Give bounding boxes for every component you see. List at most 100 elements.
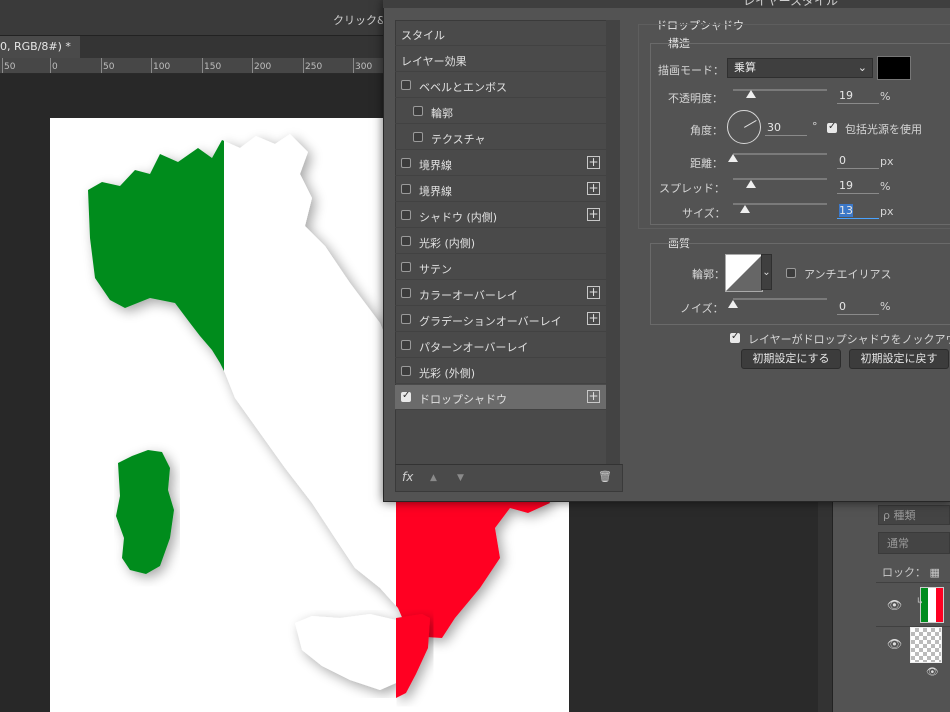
panel-scrollbar[interactable] (818, 500, 832, 712)
sicily-red (396, 614, 430, 698)
opacity-slider-thumb[interactable] (745, 90, 756, 98)
document-tab-label: 0, RGB/8#) * (0, 40, 71, 53)
move-down-icon[interactable]: ▼ (457, 473, 464, 483)
angle-dial-needle (744, 120, 757, 128)
ruler-tick-line (101, 58, 102, 73)
distance-slider[interactable] (733, 153, 827, 155)
dialog-titlebar[interactable]: レイヤースタイル (383, 0, 950, 8)
lock-transparent-icon[interactable]: ▦ (930, 566, 940, 579)
effect-checkbox[interactable] (401, 366, 411, 376)
reset-default-button[interactable]: 初期設定に戻す (849, 349, 949, 369)
angle-dial[interactable] (727, 110, 761, 144)
effect-checkbox[interactable] (401, 80, 411, 90)
effect-row[interactable]: カラーオーバーレイ + (395, 281, 606, 306)
contour-dropdown-button[interactable]: ⌄ (761, 254, 772, 290)
eye-icon[interactable]: 👁 (887, 598, 902, 612)
effect-checkbox[interactable] (401, 390, 411, 402)
ruler-tick-label: 300 (355, 62, 373, 72)
size-slider-thumb[interactable] (740, 205, 751, 213)
effect-label: ドロップシャドウ (419, 393, 507, 406)
size-input[interactable]: 13 (837, 203, 879, 219)
add-effect-plus-icon[interactable]: + (587, 156, 600, 169)
list-item-blending-options[interactable]: レイヤー効果 (395, 47, 606, 72)
distance-unit: px (880, 155, 894, 168)
effect-row[interactable]: ベベルとエンボス (395, 73, 606, 98)
effect-row[interactable]: パターンオーバーレイ (395, 333, 606, 358)
add-effect-plus-icon[interactable]: + (587, 208, 600, 221)
effect-checkbox[interactable] (401, 262, 411, 272)
effect-label: カラーオーバーレイ (419, 289, 518, 302)
trash-icon[interactable]: 🗑 (598, 470, 612, 483)
effect-row[interactable]: テクスチャ (395, 125, 606, 150)
add-effect-plus-icon[interactable]: + (587, 286, 600, 299)
contour-preview[interactable] (725, 254, 763, 292)
effect-label: グラデーションオーバーレイ (419, 315, 562, 328)
opacity-unit: % (880, 90, 891, 103)
noise-unit: % (880, 300, 891, 313)
ruler-tick-label: 250 (305, 62, 323, 72)
noise-slider-thumb[interactable] (728, 300, 738, 308)
angle-unit: ° (812, 120, 818, 133)
effect-label: パターンオーバーレイ (419, 341, 529, 354)
make-default-button[interactable]: 初期設定にする (741, 349, 841, 369)
noise-input[interactable]: 0 (837, 299, 879, 315)
angle-label: 角度： (690, 124, 723, 137)
effect-row[interactable]: 光彩 (外側) (395, 359, 606, 384)
distance-slider-thumb[interactable] (728, 154, 738, 162)
distance-input[interactable]: 0 (837, 153, 879, 169)
add-effect-plus-icon[interactable]: + (587, 182, 600, 195)
effect-checkbox[interactable] (401, 340, 411, 350)
effect-label: 境界線 (419, 185, 452, 198)
effect-row[interactable]: 光彩 (内側) (395, 229, 606, 254)
effect-row[interactable]: 境界線 + (395, 177, 606, 202)
layer-blend-mode-select[interactable]: 通常 (878, 532, 950, 554)
ruler-tick-label: 50 (103, 62, 115, 72)
effect-row[interactable]: 輪郭 (395, 99, 606, 124)
add-effect-plus-icon[interactable]: + (587, 312, 600, 325)
eye-icon[interactable]: 👁 (926, 667, 939, 678)
effect-checkbox[interactable] (401, 210, 411, 220)
layer-thumbnail-flag (920, 587, 944, 623)
move-up-icon[interactable]: ▲ (430, 473, 437, 483)
spread-slider-thumb[interactable] (745, 180, 756, 188)
size-unit: px (880, 205, 894, 218)
fx-icon[interactable]: fx (402, 470, 413, 484)
spread-input[interactable]: 19 (837, 178, 879, 194)
effect-checkbox[interactable] (401, 184, 411, 194)
effect-checkbox[interactable] (401, 288, 411, 298)
effect-label: シャドウ (内側) (419, 211, 498, 224)
ruler-tick-line (151, 58, 152, 73)
document-tab[interactable]: 0, RGB/8#) * (0, 36, 81, 58)
add-effect-plus-icon[interactable]: + (587, 390, 600, 403)
ruler-tick-label: 0 (52, 62, 58, 72)
knockout-checkbox[interactable] (730, 331, 740, 343)
effect-row[interactable]: グラデーションオーバーレイ + (395, 307, 606, 332)
shadow-color-swatch[interactable] (877, 56, 911, 80)
effect-checkbox[interactable] (401, 314, 411, 324)
global-light-label: 包括光源を使用 (845, 123, 922, 136)
effect-label: テクスチャ (431, 133, 486, 146)
effect-row[interactable]: 境界線 + (395, 151, 606, 176)
antialias-checkbox[interactable] (786, 268, 796, 278)
effect-checkbox[interactable] (401, 236, 411, 246)
effect-row[interactable]: ドロップシャドウ + (395, 385, 606, 410)
noise-slider[interactable] (733, 298, 827, 300)
angle-input[interactable]: 30 (765, 120, 807, 136)
opacity-input[interactable]: 19 (837, 88, 879, 104)
contour-curve-icon (726, 255, 762, 291)
effect-checkbox[interactable] (413, 132, 423, 142)
effect-checkbox[interactable] (413, 106, 423, 116)
effects-list-scrollbar[interactable] (606, 20, 620, 464)
eye-icon[interactable]: 👁 (887, 637, 902, 651)
size-input-value: 13 (839, 204, 853, 217)
global-light-checkbox[interactable] (827, 121, 837, 133)
antialias-label: アンチエイリアス (804, 268, 892, 281)
lock-row: ロック： ▦ (882, 564, 940, 580)
effect-checkbox[interactable] (401, 158, 411, 168)
layers-filter-field[interactable]: ρ 種類 (878, 505, 950, 525)
blend-mode-select[interactable]: 乗算 ⌄ (727, 58, 873, 78)
list-item-styles[interactable]: スタイル (395, 21, 606, 46)
sardinia-island (116, 450, 174, 574)
effect-row[interactable]: サテン (395, 255, 606, 280)
effect-row[interactable]: シャドウ (内側) + (395, 203, 606, 228)
